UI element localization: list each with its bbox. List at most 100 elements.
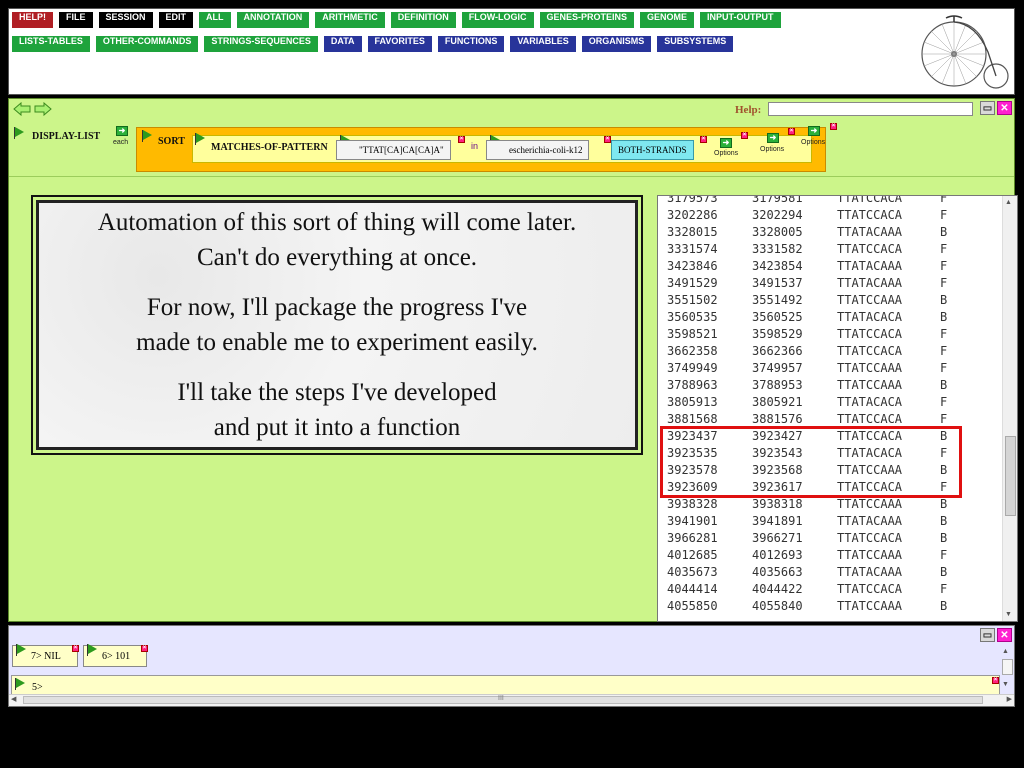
- matches-of-pattern-label[interactable]: MATCHES-OF-PATTERN: [211, 142, 328, 153]
- menu-button-subsystems[interactable]: SUBSYSTEMS: [657, 36, 734, 52]
- input-delete-icon[interactable]: ×: [992, 677, 999, 684]
- history-scroll-up-icon[interactable]: ▲: [1002, 648, 1012, 655]
- display-list-flag-icon[interactable]: [14, 127, 24, 139]
- strand-cell: F: [940, 395, 948, 409]
- menu-button-flow-logic[interactable]: FLOW-LOGIC: [461, 12, 534, 28]
- strand-argument[interactable]: BOTH-STRANDS: [611, 140, 694, 160]
- strand-cell: F: [940, 242, 948, 256]
- menu-button-organisms[interactable]: ORGANISMS: [581, 36, 652, 52]
- strand-delete-icon[interactable]: ×: [700, 136, 707, 143]
- history-vscroll[interactable]: ▲ ▼: [1002, 648, 1013, 692]
- history-close-button[interactable]: ✕: [997, 628, 1012, 642]
- scroll-down-icon[interactable]: ▼: [1005, 611, 1012, 618]
- note-line: Automation of this sort of thing will co…: [97, 209, 577, 236]
- matches-options-label[interactable]: Options: [714, 150, 738, 157]
- sort-delete-icon[interactable]: ×: [788, 128, 795, 135]
- menu-button-arithmetic[interactable]: ARITHMETIC: [315, 12, 385, 28]
- end-cell: 4044422: [752, 582, 803, 596]
- menu-button-functions[interactable]: FUNCTIONS: [437, 36, 505, 52]
- display-list-delete-icon[interactable]: ×: [830, 123, 837, 130]
- pattern-argument[interactable]: "TTAT[CA]CA[CA]A": [336, 140, 451, 160]
- organism-argument[interactable]: escherichia-coli-k12: [486, 140, 590, 160]
- hscroll-right-icon[interactable]: ▶: [1007, 695, 1012, 703]
- history-item[interactable]: 6> 101 ×: [83, 644, 148, 667]
- history-minimize-button[interactable]: ▭: [980, 628, 995, 642]
- start-cell: 3966281: [667, 531, 718, 545]
- sequence-cell: TTATCCACA: [837, 531, 903, 545]
- strand-cell: F: [940, 361, 948, 375]
- history-flag-icon[interactable]: [87, 644, 97, 656]
- history-hscroll[interactable]: ◀ III ▶: [9, 694, 1014, 706]
- display-list-options-icon[interactable]: ➜: [808, 126, 820, 136]
- help-search-input[interactable]: [768, 102, 973, 116]
- strand-cell: B: [940, 514, 948, 528]
- menu-button-definition[interactable]: DEFINITION: [390, 12, 456, 28]
- matches-of-pattern-block[interactable]: MATCHES-OF-PATTERN "TTAT[CA]CA[CA]A" × i…: [192, 132, 812, 163]
- menu-button-data[interactable]: DATA: [323, 36, 362, 52]
- menu-button-input-output[interactable]: INPUT-OUTPUT: [700, 12, 781, 28]
- menu-button-session[interactable]: SESSION: [98, 12, 153, 28]
- results-scrollbar[interactable]: ▲ ▼: [1002, 196, 1017, 621]
- note-line: I'll take the steps I've developed: [177, 379, 497, 406]
- start-cell: 3551502: [667, 293, 718, 307]
- menu-button-annotation[interactable]: ANNOTATION: [236, 12, 310, 28]
- history-scroll-thumb[interactable]: [1002, 659, 1013, 675]
- forward-arrow-icon[interactable]: [34, 102, 52, 116]
- start-cell: 3560535: [667, 310, 718, 324]
- end-cell: 3179581: [752, 195, 803, 205]
- start-cell: 3179573: [667, 195, 718, 205]
- workspace-panel: Help: ▭ ✕ DISPLAY-LIST ➜ each SORT MATCH…: [8, 98, 1018, 622]
- back-arrow-icon[interactable]: [13, 102, 31, 116]
- end-cell: 3788953: [752, 378, 803, 392]
- start-cell: 3941901: [667, 514, 718, 528]
- input-flag-icon[interactable]: [15, 678, 25, 690]
- start-cell: 4012685: [667, 548, 718, 562]
- menu-button-other-commands[interactable]: OTHER-COMMANDS: [95, 36, 199, 52]
- start-cell: 3598521: [667, 327, 718, 341]
- history-item[interactable]: 7> NIL ×: [12, 644, 79, 667]
- hscroll-left-icon[interactable]: ◀: [11, 695, 16, 703]
- strand-cell: B: [940, 565, 948, 579]
- pattern-delete-icon[interactable]: ×: [458, 136, 465, 143]
- hscroll-thumb[interactable]: III: [23, 695, 983, 704]
- strand-cell: F: [940, 327, 948, 341]
- organism-delete-icon[interactable]: ×: [604, 136, 611, 143]
- scroll-up-icon[interactable]: ▲: [1005, 199, 1012, 206]
- menu-button-variables[interactable]: VARIABLES: [510, 36, 576, 52]
- history-scroll-down-icon[interactable]: ▼: [1002, 681, 1012, 688]
- sequence-cell: TTATCCAAA: [837, 548, 903, 562]
- menu-button-all[interactable]: ALL: [199, 12, 231, 28]
- menu-button-strings-sequences[interactable]: STRINGS-SEQUENCES: [204, 36, 318, 52]
- minimize-button[interactable]: ▭: [980, 101, 995, 115]
- command-input-line[interactable]: 5> ×: [11, 675, 1000, 695]
- matches-flag-icon[interactable]: [195, 133, 205, 145]
- menu-button-genes-proteins[interactable]: GENES-PROTEINS: [539, 12, 635, 28]
- results-table[interactable]: 3179573 3179581 TTATCCACA F 3202286 3202294 TT…: [657, 195, 1018, 622]
- menu-button-file[interactable]: FILE: [59, 12, 93, 28]
- start-cell: 3805913: [667, 395, 718, 409]
- display-list-options-label[interactable]: Options: [801, 139, 825, 146]
- start-cell: 3331574: [667, 242, 718, 256]
- history-delete-icon[interactable]: ×: [141, 645, 148, 652]
- strand-cell: F: [940, 582, 948, 596]
- close-button[interactable]: ✕: [997, 101, 1012, 115]
- matches-options-icon[interactable]: ➜: [720, 138, 732, 148]
- each-toggle-icon[interactable]: ➜: [116, 126, 128, 136]
- menu-button-genome[interactable]: GENOME: [640, 12, 695, 28]
- sort-options-icon[interactable]: ➜: [767, 133, 779, 143]
- results-scroll-thumb[interactable]: [1005, 436, 1016, 516]
- menu-button-edit[interactable]: EDIT: [158, 12, 194, 28]
- sort-flag-icon[interactable]: [142, 130, 152, 142]
- display-list-label[interactable]: DISPLAY-LIST: [32, 131, 100, 142]
- sort-label[interactable]: SORT: [158, 136, 185, 147]
- menu-button-help[interactable]: HELP!: [12, 12, 53, 28]
- sort-block[interactable]: SORT MATCHES-OF-PATTERN "TTAT[CA]CA[CA]A…: [136, 127, 826, 172]
- strand-cell: B: [940, 310, 948, 324]
- in-label: in: [471, 141, 479, 151]
- sort-options-label[interactable]: Options: [760, 146, 784, 153]
- matches-delete-icon[interactable]: ×: [741, 132, 748, 139]
- menu-button-lists-tables[interactable]: LISTS-TABLES: [12, 36, 90, 52]
- history-delete-icon[interactable]: ×: [72, 645, 79, 652]
- history-flag-icon[interactable]: [16, 644, 26, 656]
- menu-button-favorites[interactable]: FAVORITES: [367, 36, 432, 52]
